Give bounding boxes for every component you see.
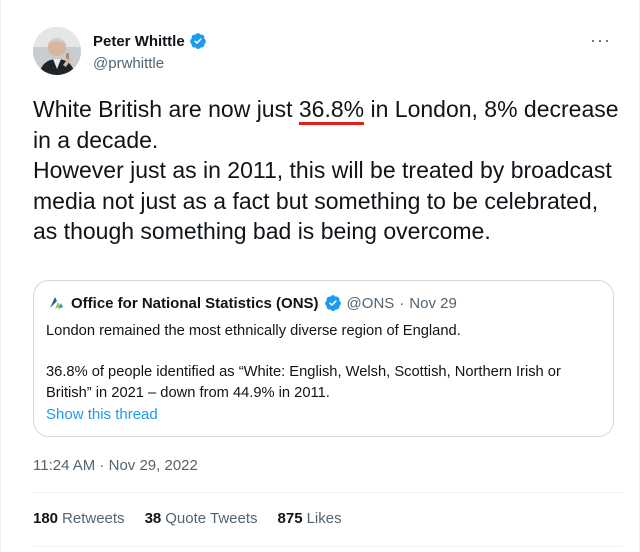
timestamp-time[interactable]: 11:24 AM (33, 457, 95, 474)
author-info: Peter Whittle @prwhittle (93, 32, 207, 72)
timestamp-date[interactable]: Nov 29, 2022 (109, 457, 198, 474)
divider (33, 492, 623, 493)
avatar[interactable] (33, 27, 81, 75)
likes-label: Likes (306, 510, 342, 527)
quoted-paragraph-2: 36.8% of people identified as “White: En… (46, 364, 561, 401)
tweet-card: Peter Whittle @prwhittle ··· White Briti… (0, 0, 640, 552)
quotes-label: Quote Tweets (165, 510, 258, 527)
quoted-tweet-text: London remained the most ethnically dive… (46, 321, 601, 403)
verified-badge-icon (324, 295, 341, 311)
author-display-name[interactable]: Peter Whittle (93, 33, 185, 50)
author-handle[interactable]: @prwhittle (93, 55, 207, 72)
retweets-count: 180 (33, 510, 59, 527)
tweet-text-paragraph2: However just as in 2011, this will be tr… (33, 157, 612, 244)
quoted-tweet[interactable]: Office for National Statistics (ONS) @ON… (33, 280, 614, 437)
quoted-date: Nov 29 (409, 294, 457, 312)
retweets-stat[interactable]: 180 Retweets (33, 510, 125, 527)
quotes-count: 38 (144, 510, 162, 527)
verified-badge-icon (189, 33, 206, 49)
tweet-text-part1: White British are now just (33, 96, 299, 122)
ons-logo-icon (46, 293, 66, 313)
retweets-label: Retweets (62, 510, 125, 527)
quoted-separator: · (399, 294, 405, 312)
quoted-tweet-header: Office for National Statistics (ONS) @ON… (46, 293, 457, 313)
tweet-timestamp: 11:24 AM · Nov 29, 2022 (33, 457, 198, 474)
tweet-stats: 180 Retweets 38 Quote Tweets 875 Likes (33, 510, 342, 527)
likes-stat[interactable]: 875 Likes (278, 510, 342, 527)
quote-tweets-stat[interactable]: 38 Quote Tweets (145, 510, 258, 527)
quoted-author-name: Office for National Statistics (ONS) (71, 294, 319, 312)
show-thread-link[interactable]: Show this thread (46, 406, 158, 423)
timestamp-separator: · (95, 457, 109, 474)
more-options-icon[interactable]: ··· (590, 30, 611, 51)
avatar-photo (33, 27, 81, 75)
author-name-row: Peter Whittle (93, 32, 207, 50)
quoted-author-handle: @ONS (346, 294, 395, 312)
likes-count: 875 (277, 510, 303, 527)
tweet-highlight-figure: 36.8% (298, 94, 365, 125)
divider (33, 546, 623, 547)
tweet-text: White British are now just 36.8% in Lond… (33, 94, 623, 247)
quoted-paragraph-1: London remained the most ethnically dive… (46, 323, 461, 339)
